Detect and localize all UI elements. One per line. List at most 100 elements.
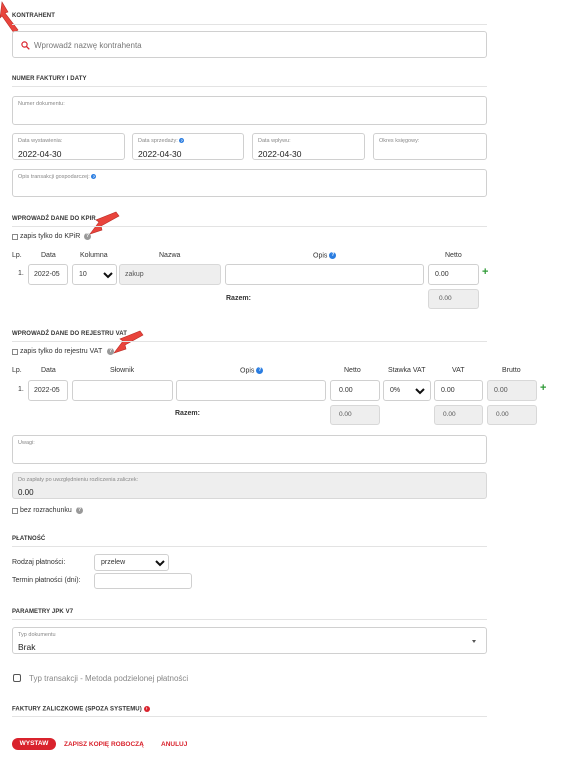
typ-dokumentu-select[interactable]: Typ dokumentu Brak [12, 627, 487, 654]
vat-brutto-value: 0.00 [494, 387, 508, 394]
plus-icon[interactable]: + [482, 267, 488, 278]
kpir-opis-input[interactable] [225, 264, 424, 285]
search-placeholder: Wprowadź nazwę kontrahenta [34, 41, 142, 50]
termin-platnosci-label: Termin płatności (dni): [12, 577, 81, 584]
vat-vat-value: 0.00 [441, 387, 455, 394]
vat-opis-input[interactable] [176, 380, 326, 401]
rodzaj-platnosci-select[interactable]: przelew [94, 554, 169, 571]
data-wplywu-value: 2022-04-30 [258, 149, 302, 159]
divider [12, 619, 487, 620]
vat-brutto-field: 0.00 [487, 380, 537, 401]
vat-only-checkbox[interactable] [12, 349, 18, 355]
kpir-only-checkbox[interactable] [12, 234, 18, 240]
wystaw-button[interactable]: WYSTAW [12, 738, 56, 750]
mpp-checkbox[interactable] [13, 674, 21, 682]
help-icon[interactable]: ? [76, 507, 83, 514]
data-wystawienia-label: Data wystawienia: [18, 138, 63, 144]
vat-razem-vat: 0.00 [434, 405, 483, 425]
numer-dokumentu-label: Numer dokumentu: [18, 101, 65, 107]
vat-razem-label: Razem: [175, 410, 200, 417]
kpir-date-value: 2022-05 [34, 271, 60, 278]
vat-header-stawka: Stawka VAT [388, 367, 426, 374]
kpir-date-input[interactable]: 2022-05 [28, 264, 68, 285]
vat-row-lp: 1. [18, 386, 24, 393]
vat-header-netto: Netto [344, 367, 361, 374]
divider [12, 24, 487, 25]
vat-stawka-value: 0% [390, 387, 401, 394]
termin-platnosci-input[interactable] [94, 573, 192, 589]
info-icon: ? [91, 174, 97, 180]
do-zaplaty-field: Do zapłaty po uwzględnieniu rozliczenia … [12, 472, 487, 499]
chevron-down-icon [472, 640, 476, 643]
info-icon: ? [179, 138, 185, 144]
bez-rozrachunku-label: bez rozrachunku [20, 507, 72, 514]
kpir-netto-value: 0.00 [435, 271, 449, 278]
chevron-down-icon [155, 560, 165, 567]
divider [12, 341, 487, 342]
arrow-right-circle-icon[interactable]: › [143, 706, 150, 712]
vat-date-input[interactable]: 2022-05 [28, 380, 68, 401]
vat-razem-brutto: 0.00 [487, 405, 537, 425]
divider [12, 546, 487, 547]
kpir-header-opis: Opis ? [313, 252, 337, 260]
do-zaplaty-label: Do zapłaty po uwzględnieniu rozliczenia … [18, 477, 139, 483]
vat-date-value: 2022-05 [34, 387, 60, 394]
annotation-arrow-icon [89, 211, 120, 235]
kpir-row-lp: 1. [18, 270, 24, 277]
numer-dokumentu-field[interactable]: Numer dokumentu: [12, 96, 487, 125]
opis-transakcji-field[interactable]: Opis transakcji gospodarczej: ? [12, 169, 487, 197]
vat-only-label: zapis tylko do rejestru VAT [20, 348, 103, 355]
data-wystawienia-field[interactable]: Data wystawienia: 2022-04-30 [12, 133, 125, 160]
kpir-nazwa-value: zakup [125, 271, 144, 278]
vat-header-opis: Opis ? [240, 367, 264, 375]
kpir-header-netto: Netto [445, 252, 462, 259]
zapisz-kopie-robocza-button[interactable]: ZAPISZ KOPIĘ ROBOCZĄ [64, 741, 144, 748]
vat-razem-netto-value: 0.00 [339, 411, 352, 418]
data-sprzedazy-field[interactable]: Data sprzedaży: ? 2022-04-30 [132, 133, 244, 160]
vat-razem-brutto-value: 0.00 [496, 411, 509, 418]
okres-ksiegowy-label: Okres księgowy: [379, 138, 420, 144]
kontrahent-search-field[interactable]: Wprowadź nazwę kontrahenta [12, 31, 487, 58]
section-title-kontrahent: KONTRAHENT [12, 13, 55, 19]
section-title-vat: WPROWADŹ DANE DO REJESTRU VAT [12, 331, 128, 337]
help-icon[interactable]: ? [84, 233, 91, 240]
vat-header-data: Data [41, 367, 56, 374]
anuluj-button[interactable]: ANULUJ [161, 741, 187, 748]
kpir-header-nazwa: Nazwa [159, 252, 181, 259]
okres-ksiegowy-field[interactable]: Okres księgowy: [373, 133, 487, 160]
divider [12, 86, 487, 87]
info-icon: ? [256, 367, 264, 374]
search-icon [21, 41, 30, 50]
divider [12, 716, 487, 717]
vat-razem-vat-value: 0.00 [443, 411, 456, 418]
vat-vat-input[interactable]: 0.00 [434, 380, 483, 401]
data-sprzedazy-value: 2022-04-30 [138, 149, 182, 159]
kpir-razem-netto-value: 0.00 [439, 295, 452, 302]
vat-slownik-input[interactable] [72, 380, 173, 401]
kpir-razem-netto: 0.00 [428, 289, 479, 309]
section-title-zaliczkowe: FAKTURY ZALICZKOWE (SPOZA SYSTEMU) › [12, 706, 150, 713]
kpir-header-lp: Lp. [12, 252, 22, 259]
data-wystawienia-value: 2022-04-30 [18, 149, 62, 159]
kpir-razem-label: Razem: [226, 295, 251, 302]
vat-netto-input[interactable]: 0.00 [330, 380, 380, 401]
bez-rozrachunku-checkbox[interactable] [12, 508, 18, 514]
do-zaplaty-value: 0.00 [18, 488, 34, 497]
mpp-label: Typ transakcji - Metoda podzielonej płat… [29, 674, 189, 683]
chevron-down-icon [103, 272, 113, 279]
data-sprzedazy-label: Data sprzedaży: ? [138, 138, 185, 144]
kpir-netto-input[interactable]: 0.00 [428, 264, 479, 285]
kpir-header-data: Data [41, 252, 56, 259]
help-icon[interactable]: ? [107, 348, 114, 355]
section-title-faktura: NUMER FAKTURY I DATY [12, 76, 87, 82]
plus-icon[interactable]: + [540, 383, 546, 394]
kpir-kolumna-select[interactable]: 10 [72, 264, 117, 285]
data-wplywu-field[interactable]: Data wpływu: 2022-04-30 [252, 133, 365, 160]
kpir-nazwa-field: zakup [119, 264, 221, 285]
vat-stawka-select[interactable]: 0% [383, 380, 431, 401]
uwagi-field[interactable]: Uwagi: [12, 435, 487, 464]
chevron-down-icon [415, 388, 425, 395]
rodzaj-platnosci-value: przelew [101, 559, 126, 566]
section-title-kpir: WPROWADŹ DANE DO KPIR [12, 216, 96, 222]
section-title-platnosc: PŁATNOŚĆ [12, 536, 46, 542]
